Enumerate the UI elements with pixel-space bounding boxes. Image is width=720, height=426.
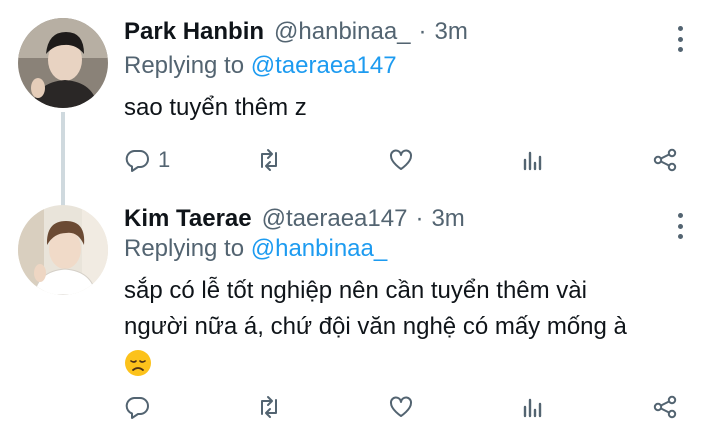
tweet-text: sắp có lễ tốt nghiệp nên cần tuyển thêm … xyxy=(124,273,684,385)
analytics-button[interactable] xyxy=(520,146,546,174)
timestamp[interactable]: 3m xyxy=(435,18,468,46)
analytics-icon xyxy=(520,394,546,420)
like-icon xyxy=(388,147,414,173)
replying-to-mention[interactable]: @hanbinaa_ xyxy=(251,235,387,262)
tweet-text: sao tuyển thêm z xyxy=(124,94,307,121)
tweet-1[interactable]: Park Hanbin @hanbinaa_ · 3m Replying to … xyxy=(0,0,720,207)
reply-icon xyxy=(124,394,150,420)
replying-to-prefix: Replying to xyxy=(124,52,251,79)
author-handle[interactable]: @taeraea147 xyxy=(262,205,408,233)
replying-to-mention[interactable]: @taeraea147 xyxy=(251,52,397,79)
separator-dot: · xyxy=(418,18,427,45)
author-name[interactable]: Park Hanbin xyxy=(124,18,264,46)
author-handle[interactable]: @hanbinaa_ xyxy=(274,18,410,46)
reply-count: 1 xyxy=(158,147,171,172)
tweet-header: Kim Taerae @taeraea147 · 3m xyxy=(124,205,465,237)
retweet-icon xyxy=(256,394,282,420)
like-button[interactable] xyxy=(388,393,414,421)
avatar-park-hanbin[interactable] xyxy=(18,18,108,108)
more-icon[interactable] xyxy=(676,213,684,239)
thread-connector-line xyxy=(61,112,65,207)
share-button[interactable] xyxy=(652,393,678,421)
retweet-button[interactable] xyxy=(256,146,282,174)
analytics-icon xyxy=(520,147,546,173)
replying-to-line: Replying to @taeraea147 xyxy=(124,52,397,80)
share-icon xyxy=(652,147,678,173)
reply-button[interactable] xyxy=(124,393,150,421)
reply-icon xyxy=(124,147,150,173)
retweet-button[interactable] xyxy=(256,393,282,421)
share-button[interactable] xyxy=(652,146,678,174)
analytics-button[interactable] xyxy=(520,393,546,421)
tweet-text-line-2: người nữa á, chứ đội văn nghệ có mấy mốn… xyxy=(124,313,627,340)
tweet-header: Park Hanbin @hanbinaa_ · 3m xyxy=(124,18,468,50)
replying-to-line: Replying to @hanbinaa_ xyxy=(124,235,387,263)
like-icon xyxy=(388,394,414,420)
tweet-2[interactable]: Kim Taerae @taeraea147 · 3m Replying to … xyxy=(0,195,720,426)
avatar-kim-taerae[interactable] xyxy=(18,205,108,295)
reply-button[interactable]: 1 xyxy=(124,146,170,174)
author-name[interactable]: Kim Taerae xyxy=(124,205,252,233)
action-bar: 1 xyxy=(124,146,684,174)
replying-to-prefix: Replying to xyxy=(124,235,251,262)
separator-dot: · xyxy=(415,205,424,232)
action-bar xyxy=(124,393,684,421)
share-icon xyxy=(652,394,678,420)
like-button[interactable] xyxy=(388,146,414,174)
more-icon[interactable] xyxy=(676,26,684,52)
timestamp[interactable]: 3m xyxy=(431,205,464,233)
tweet-text-line-1: sắp có lễ tốt nghiệp nên cần tuyển thêm … xyxy=(124,277,587,304)
retweet-icon xyxy=(256,147,282,173)
disappointed-face-emoji xyxy=(124,345,684,385)
